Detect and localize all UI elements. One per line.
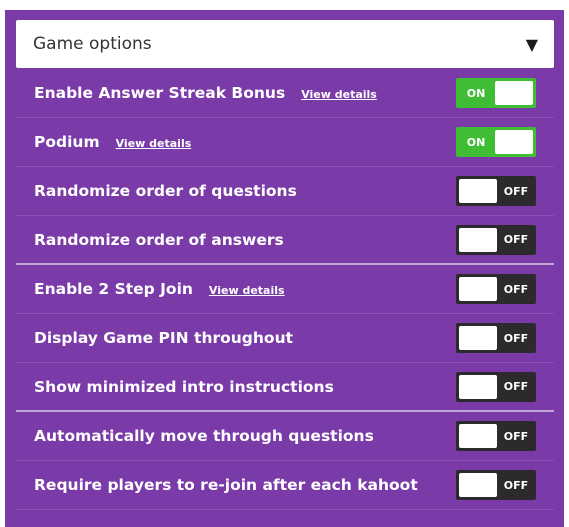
toggle-state-label: OFF [503, 478, 529, 492]
game-options-panel: Game options ▼ Enable Answer Streak Bonu… [5, 10, 564, 527]
toggle-state-label: ON [466, 86, 486, 100]
toggle-state-label: OFF [503, 233, 529, 246]
option-label: Randomize order of answers [34, 230, 284, 249]
toggle-state-label: OFF [503, 380, 529, 393]
toggle-knob [459, 424, 497, 448]
randomize-answers-toggle[interactable]: OFF [456, 224, 536, 255]
view-details-link[interactable]: View details [209, 284, 285, 297]
option-label: Enable Answer Streak Bonus [34, 84, 286, 102]
toggle-knob [459, 374, 497, 399]
display-game-pin-toggle[interactable]: OFF [456, 323, 536, 353]
option-label: Enable 2 Step Join [34, 280, 193, 298]
toggle-state-label: OFF [503, 282, 529, 296]
option-label: Randomize order of questions [34, 182, 297, 200]
option-label: Display Game PIN throughout [34, 329, 294, 347]
option-randomize-questions: Randomize order of questions OFF [16, 167, 554, 216]
toggle-knob [459, 473, 497, 497]
option-label: Require players to re-join after each ka… [34, 476, 418, 494]
toggle-knob [495, 81, 533, 105]
minimized-intro-toggle[interactable]: OFF [456, 371, 536, 402]
game-options-title: Game options [33, 34, 152, 54]
toggle-knob [459, 227, 497, 252]
options-list: Enable Answer Streak Bonus View details … [16, 69, 554, 510]
toggle-knob [459, 179, 497, 203]
toggle-knob [459, 326, 497, 350]
option-label: Podium [34, 133, 100, 151]
option-podium: Podium View details ON [16, 118, 554, 167]
randomize-questions-toggle[interactable]: OFF [456, 176, 536, 206]
option-answer-streak-bonus: Enable Answer Streak Bonus View details … [16, 69, 554, 118]
two-step-join-toggle[interactable]: OFF [456, 274, 536, 304]
auto-move-toggle[interactable]: OFF [456, 421, 536, 451]
option-label: Show minimized intro instructions [34, 377, 334, 396]
view-details-link[interactable]: View details [301, 88, 377, 101]
option-display-game-pin: Display Game PIN throughout OFF [16, 314, 554, 363]
toggle-state-label: ON [466, 135, 486, 149]
game-options-dropdown[interactable]: Game options ▼ [16, 20, 554, 68]
toggle-state-label: OFF [503, 184, 529, 198]
option-auto-move: Automatically move through questions OFF [16, 412, 554, 461]
toggle-state-label: OFF [503, 331, 529, 345]
option-label: Automatically move through questions [34, 427, 374, 445]
podium-toggle[interactable]: ON [456, 127, 536, 157]
toggle-state-label: OFF [503, 429, 529, 443]
option-two-step-join: Enable 2 Step Join View details OFF [16, 265, 554, 314]
option-randomize-answers: Randomize order of answers OFF [16, 216, 554, 265]
option-rejoin-each-kahoot: Require players to re-join after each ka… [16, 461, 554, 510]
toggle-knob [459, 277, 497, 301]
rejoin-each-kahoot-toggle[interactable]: OFF [456, 470, 536, 500]
view-details-link[interactable]: View details [116, 137, 192, 150]
option-minimized-intro: Show minimized intro instructions OFF [16, 363, 554, 412]
toggle-knob [495, 130, 533, 154]
answer-streak-bonus-toggle[interactable]: ON [456, 78, 536, 108]
chevron-down-icon[interactable]: ▼ [526, 35, 538, 54]
